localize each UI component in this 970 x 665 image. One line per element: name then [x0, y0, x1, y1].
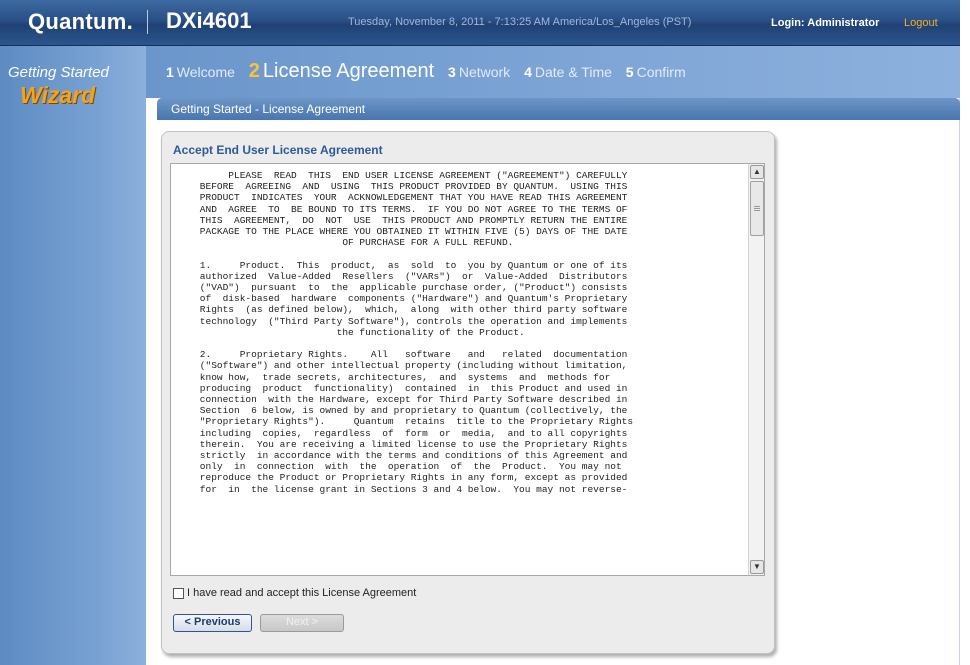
accept-license-label: I have read and accept this License Agre…	[187, 587, 417, 599]
eula-panel: Accept End User License Agreement PLEASE…	[161, 131, 775, 654]
eula-scrollbar[interactable]: ▲ ▼	[748, 164, 764, 575]
step-date-time: 4 Date & Time	[524, 64, 612, 80]
eula-title: Accept End User License Agreement	[173, 143, 383, 157]
sidebar-wizard-label: Wizard	[20, 82, 96, 108]
header-bar: Quantum. DXi4601 Tuesday, November 8, 20…	[0, 0, 960, 46]
login-status: Login: Administrator	[771, 17, 880, 29]
step-license-agreement: 2 License Agreement	[248, 60, 435, 82]
grip-icon	[754, 206, 760, 207]
accept-license-row[interactable]: I have read and accept this License Agre…	[173, 587, 416, 599]
step-network: 3 Network	[448, 64, 511, 80]
scroll-thumb[interactable]	[750, 181, 764, 236]
product-name: DXi4601	[166, 8, 252, 33]
header-datetime: Tuesday, November 8, 2011 - 7:13:25 AM A…	[348, 16, 692, 28]
quantum-logo: Quantum.	[28, 9, 134, 34]
next-button[interactable]: Next >	[260, 614, 344, 632]
logout-link[interactable]: Logout	[904, 17, 938, 29]
header-divider	[147, 10, 148, 34]
section-header: Getting Started - License Agreement	[157, 98, 960, 120]
wizard-sidebar: Getting Started Wizard	[0, 46, 146, 665]
scroll-down-arrow-icon[interactable]: ▼	[750, 560, 764, 574]
wizard-steps-bar: 1 Welcome 2 License Agreement 3 Network 4 Da…	[146, 46, 960, 98]
previous-button[interactable]: < Previous	[173, 614, 252, 632]
scroll-up-arrow-icon[interactable]: ▲	[750, 165, 764, 179]
eula-text: PLEASE READ THIS END USER LICENSE AGREEM…	[199, 170, 634, 495]
step-confirm: 5 Confirm	[625, 64, 686, 80]
accept-license-checkbox[interactable]	[173, 587, 184, 599]
eula-text-area[interactable]: PLEASE READ THIS END USER LICENSE AGREEM…	[170, 163, 765, 576]
sidebar-title: Getting Started	[8, 64, 109, 81]
wizard-steps: 1 Welcome 2 License Agreement 3 Network 4 Da…	[166, 60, 696, 83]
step-welcome: 1 Welcome	[166, 64, 235, 80]
